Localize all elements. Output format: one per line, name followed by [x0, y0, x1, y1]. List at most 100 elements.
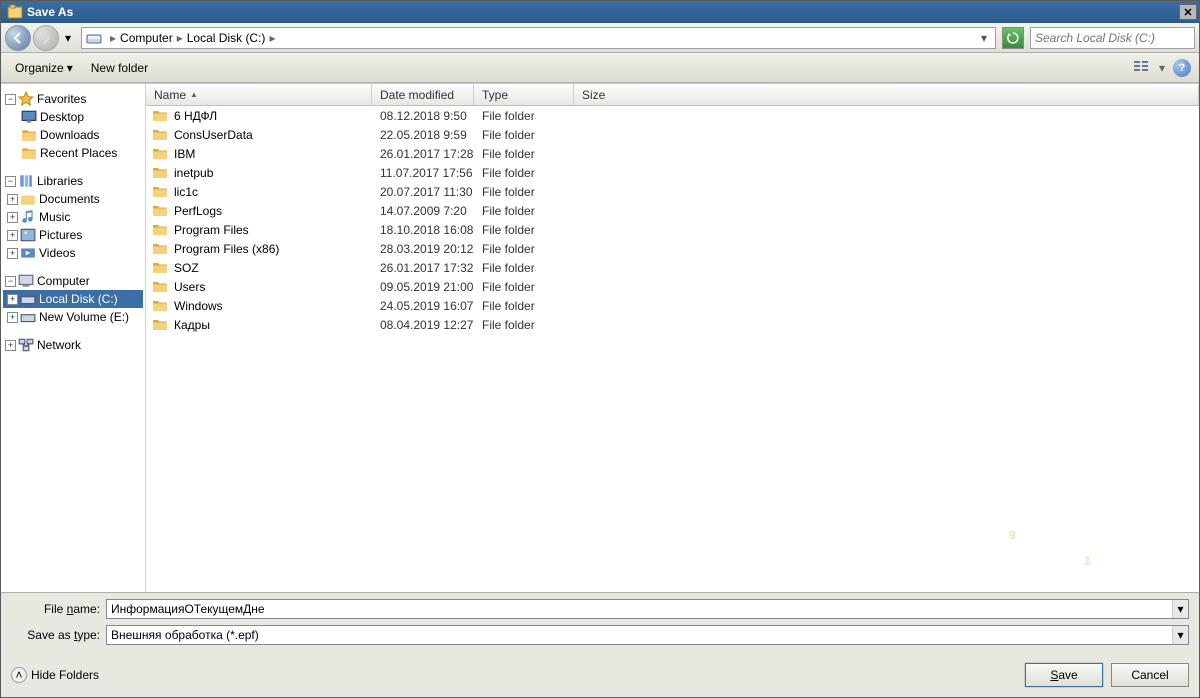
breadcrumb[interactable]: ▸ Computer ▸ Local Disk (C:) ▸ ▾: [81, 27, 996, 49]
file-row[interactable]: IBM26.01.2017 17:28File folder: [146, 144, 1199, 163]
breadcrumb-computer[interactable]: Computer: [120, 31, 173, 45]
bottom-panel: File name: ▾ Save as type: ▾: [1, 592, 1199, 655]
hide-folders-label: Hide Folders: [31, 668, 99, 682]
nav-history-dropdown[interactable]: ▾: [61, 29, 75, 47]
sort-asc-icon: ▲: [190, 90, 198, 99]
tree-network: + Network: [3, 336, 143, 354]
expand-icon[interactable]: +: [7, 230, 18, 241]
tree-item-newvolume[interactable]: + New Volume (E:): [3, 308, 143, 326]
column-type[interactable]: Type: [474, 84, 574, 105]
libraries-label: Libraries: [37, 174, 83, 188]
filename-dropdown[interactable]: ▾: [1172, 600, 1188, 618]
videos-icon: [20, 246, 36, 260]
file-name: Users: [174, 280, 205, 294]
music-icon: [20, 210, 36, 224]
tree-favorites-header[interactable]: − Favorites: [3, 90, 143, 108]
expand-icon[interactable]: +: [7, 294, 18, 305]
cancel-button[interactable]: Cancel: [1111, 663, 1189, 687]
column-size[interactable]: Size: [574, 84, 1199, 105]
file-name: Program Files: [174, 223, 249, 237]
expand-icon[interactable]: +: [7, 194, 18, 205]
window-title: Save As: [27, 5, 1179, 19]
expand-icon[interactable]: +: [7, 312, 18, 323]
newvolume-label: New Volume (E:): [39, 310, 129, 324]
chevron-up-icon: ˄: [11, 667, 27, 683]
breadcrumb-localdisk[interactable]: Local Disk (C:): [187, 31, 266, 45]
file-row[interactable]: lic1c20.07.2017 11:30File folder: [146, 182, 1199, 201]
file-date: 24.05.2019 16:07: [372, 299, 474, 313]
forward-button[interactable]: [33, 25, 59, 51]
view-options-icon[interactable]: [1133, 59, 1151, 77]
tree-item-videos[interactable]: + Videos: [3, 244, 143, 262]
column-date[interactable]: Date modified: [372, 84, 474, 105]
tree-item-recent[interactable]: Recent Places: [3, 144, 143, 162]
file-type: File folder: [474, 109, 574, 123]
tree-item-music[interactable]: + Music: [3, 208, 143, 226]
folder-icon: [152, 261, 168, 275]
folder-icon: [152, 223, 168, 237]
file-type: File folder: [474, 128, 574, 142]
file-row[interactable]: ConsUserData 22.05.2018 9:59File folder: [146, 125, 1199, 144]
file-list[interactable]: 6 НДФЛ08.12.2018 9:50File folderConsUser…: [146, 106, 1199, 592]
type-input[interactable]: [107, 628, 1172, 642]
filename-input[interactable]: [107, 602, 1172, 616]
folder-icon: [152, 280, 168, 294]
tree-item-localdisk[interactable]: + Local Disk (C:): [3, 290, 143, 308]
tree-item-desktop[interactable]: Desktop: [3, 108, 143, 126]
file-row[interactable]: Program Files18.10.2018 16:08File folder: [146, 220, 1199, 239]
collapse-icon[interactable]: −: [5, 94, 16, 105]
expand-icon[interactable]: +: [7, 248, 18, 259]
file-name: ConsUserData: [174, 128, 253, 142]
favorites-label: Favorites: [37, 92, 86, 106]
type-field[interactable]: ▾: [106, 625, 1189, 645]
file-row[interactable]: Users09.05.2019 21:00File folder: [146, 277, 1199, 296]
tree-item-downloads[interactable]: Downloads: [3, 126, 143, 144]
organize-menu[interactable]: Organize▾: [9, 57, 79, 79]
view-dropdown[interactable]: ▾: [1159, 61, 1165, 75]
svg-text:1: 1: [1083, 554, 1092, 569]
tree-item-pictures[interactable]: + Pictures: [3, 226, 143, 244]
tree-network-header[interactable]: + Network: [3, 336, 143, 354]
file-row[interactable]: inetpub11.07.2017 17:56File folder: [146, 163, 1199, 182]
file-row[interactable]: Кадры08.04.2019 12:27File folder: [146, 315, 1199, 334]
type-dropdown[interactable]: ▾: [1172, 626, 1188, 644]
expand-icon[interactable]: +: [7, 212, 18, 223]
file-row[interactable]: Program Files (x86)28.03.2019 20:12File …: [146, 239, 1199, 258]
filename-label: File name:: [11, 602, 106, 616]
file-date: 09.05.2019 21:00: [372, 280, 474, 294]
file-type: File folder: [474, 299, 574, 313]
main-area: − Favorites Desktop Downloads Recent Pla…: [1, 83, 1199, 592]
close-button[interactable]: ✕: [1179, 4, 1197, 20]
collapse-icon[interactable]: −: [5, 276, 16, 287]
file-row[interactable]: Windows24.05.2019 16:07File folder: [146, 296, 1199, 315]
refresh-button[interactable]: [1002, 27, 1024, 49]
search-input[interactable]: [1035, 31, 1192, 45]
videos-label: Videos: [39, 246, 75, 260]
expand-icon[interactable]: +: [5, 340, 16, 351]
column-name[interactable]: Name ▲: [146, 84, 372, 105]
column-name-label: Name: [154, 88, 186, 102]
save-button[interactable]: Save: [1025, 663, 1103, 687]
hide-folders-button[interactable]: ˄ Hide Folders: [11, 667, 99, 683]
search-box[interactable]: [1030, 27, 1195, 49]
filename-field[interactable]: ▾: [106, 599, 1189, 619]
file-name: lic1c: [174, 185, 198, 199]
desktop-label: Desktop: [40, 110, 84, 124]
file-row[interactable]: 6 НДФЛ08.12.2018 9:50File folder: [146, 106, 1199, 125]
file-type: File folder: [474, 261, 574, 275]
file-row[interactable]: SOZ26.01.2017 17:32File folder: [146, 258, 1199, 277]
breadcrumb-sep: ▸: [110, 31, 116, 45]
folder-icon: [152, 318, 168, 332]
file-date: 28.03.2019 20:12: [372, 242, 474, 256]
breadcrumb-dropdown[interactable]: ▾: [977, 31, 991, 45]
tree-item-documents[interactable]: + Documents: [3, 190, 143, 208]
tree-libraries-header[interactable]: − Libraries: [3, 172, 143, 190]
help-icon[interactable]: ?: [1173, 59, 1191, 77]
drive-icon: [20, 310, 36, 324]
tree-computer-header[interactable]: − Computer: [3, 272, 143, 290]
collapse-icon[interactable]: −: [5, 176, 16, 187]
file-date: 22.05.2018 9:59: [372, 128, 474, 142]
back-button[interactable]: [5, 25, 31, 51]
new-folder-button[interactable]: New folder: [85, 57, 154, 79]
file-row[interactable]: PerfLogs14.07.2009 7:20File folder: [146, 201, 1199, 220]
